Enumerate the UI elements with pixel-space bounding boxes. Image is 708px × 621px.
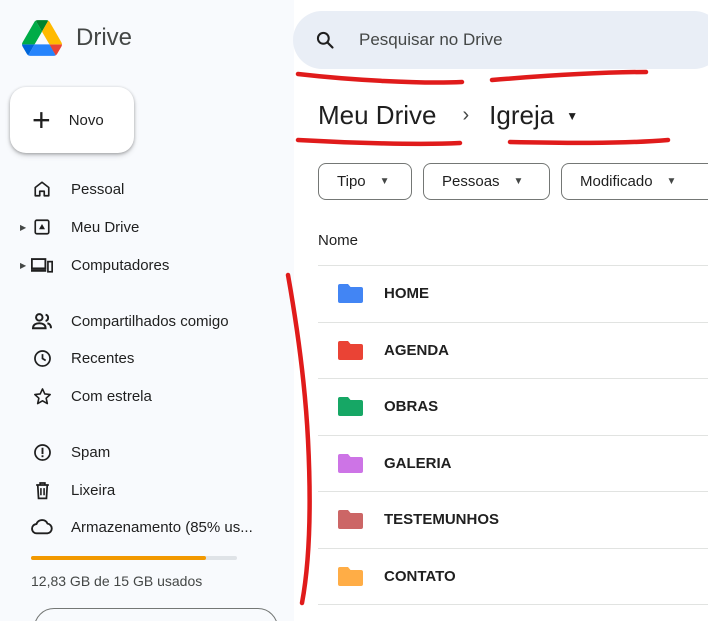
drive-logo-icon xyxy=(22,20,62,56)
folder-row[interactable]: TESTEMUNHOS xyxy=(318,491,708,547)
sidebar-item-label: Recentes xyxy=(71,349,135,367)
breadcrumb: Meu Drive › Igreja ▼ xyxy=(318,100,578,131)
dropdown-arrow-icon: ▼ xyxy=(566,108,579,123)
new-button-label: Novo xyxy=(68,111,104,129)
sidebar-item-label: Pessoal xyxy=(71,180,125,198)
sidebar-item-spam[interactable]: Spam xyxy=(0,435,294,469)
clock-icon xyxy=(31,347,53,369)
dropdown-arrow-icon: ▼ xyxy=(379,176,390,187)
dropdown-arrow-icon: ▼ xyxy=(513,176,524,187)
expand-caret-icon[interactable]: ▶ xyxy=(20,223,26,232)
app-title: Drive xyxy=(76,24,133,51)
sidebar-item-label: Armazenamento (85% us... xyxy=(71,518,253,536)
filter-people-chip[interactable]: Pessoas ▼ xyxy=(423,163,550,200)
folder-name: CONTATO xyxy=(384,567,456,585)
breadcrumb-current-folder[interactable]: Igreja ▼ xyxy=(489,100,578,131)
trash-icon xyxy=(31,479,53,501)
sidebar-item-meu-drive[interactable]: ▶ Meu Drive xyxy=(0,210,294,244)
folder-icon xyxy=(338,453,363,473)
storage-bar-fill xyxy=(31,556,207,560)
search-bar[interactable]: Pesquisar no Drive xyxy=(293,11,708,69)
folder-row[interactable]: OBRAS xyxy=(318,378,708,434)
sidebar-item-label: Spam xyxy=(71,443,111,461)
chevron-right-icon: › xyxy=(462,104,470,126)
sidebar-item-label: Com estrela xyxy=(71,387,152,405)
search-input[interactable]: Pesquisar no Drive xyxy=(359,30,503,50)
folder-icon xyxy=(338,510,363,529)
drive-logo[interactable]: Drive xyxy=(22,20,132,56)
sidebar-item-computadores[interactable]: ▶ Computadores xyxy=(0,248,294,282)
folder-name: HOME xyxy=(384,285,429,302)
breadcrumb-current-label: Igreja xyxy=(489,100,555,130)
computers-icon xyxy=(31,254,53,276)
star-icon xyxy=(31,385,53,407)
expand-caret-icon[interactable]: ▶ xyxy=(20,261,26,270)
folder-row[interactable]: CONTATO xyxy=(318,547,708,604)
breadcrumb-root[interactable]: Meu Drive xyxy=(318,100,436,131)
filter-type-chip[interactable]: Tipo ▼ xyxy=(318,163,412,200)
filter-modified-chip[interactable]: Modificado ▼ xyxy=(561,163,708,200)
sidebar-item-label: Compartilhados comigo xyxy=(71,312,229,330)
storage-usage-text: 12,83 GB de 15 GB usados xyxy=(31,573,203,589)
sidebar-item-recentes[interactable]: Recentes xyxy=(0,341,294,375)
sidebar-item-pessoal[interactable]: Pessoal xyxy=(0,172,294,206)
storage-bar xyxy=(31,556,237,560)
folder-row[interactable]: AGENDA xyxy=(318,321,708,378)
my-drive-icon xyxy=(31,216,53,238)
folder-icon xyxy=(338,397,363,416)
sidebar: Drive + Novo Pessoal ▶ Meu Drive ▶ Compu… xyxy=(0,0,294,621)
filter-type-label: Tipo xyxy=(337,173,366,190)
filter-modified-label: Modificado xyxy=(580,173,653,190)
sidebar-item-label: Computadores xyxy=(71,256,170,274)
sidebar-item-lixeira[interactable]: Lixeira xyxy=(0,473,294,507)
home-icon xyxy=(31,178,53,200)
sidebar-item-label: Lixeira xyxy=(71,481,116,499)
folder-row[interactable]: GALERIA xyxy=(318,434,708,491)
folder-icon xyxy=(338,340,363,360)
folder-name: AGENDA xyxy=(384,341,450,359)
spam-icon xyxy=(31,441,53,463)
sidebar-item-com-estrela[interactable]: Com estrela xyxy=(0,379,294,413)
column-header-name[interactable]: Nome xyxy=(318,232,358,249)
folder-name: OBRAS xyxy=(384,398,439,415)
cloud-icon xyxy=(31,516,53,538)
folder-icon xyxy=(338,284,363,303)
folder-name: GALERIA xyxy=(384,454,452,472)
folder-name: TESTEMUNHOS xyxy=(384,511,500,528)
folder-row[interactable]: HOME xyxy=(318,265,708,321)
sidebar-item-compartilhados[interactable]: Compartilhados comigo xyxy=(0,304,294,338)
new-button[interactable]: + Novo xyxy=(10,87,134,153)
dropdown-arrow-icon: ▼ xyxy=(666,176,677,187)
sidebar-item-armazenamento[interactable]: Armazenamento (85% us... xyxy=(0,510,294,544)
people-icon xyxy=(31,310,53,332)
plus-icon: + xyxy=(32,102,51,138)
get-more-storage-button[interactable] xyxy=(34,608,278,621)
folder-icon xyxy=(338,566,363,586)
sidebar-item-label: Meu Drive xyxy=(71,218,140,236)
search-icon[interactable] xyxy=(315,30,335,50)
filter-people-label: Pessoas xyxy=(442,173,500,190)
list-divider xyxy=(318,604,708,605)
